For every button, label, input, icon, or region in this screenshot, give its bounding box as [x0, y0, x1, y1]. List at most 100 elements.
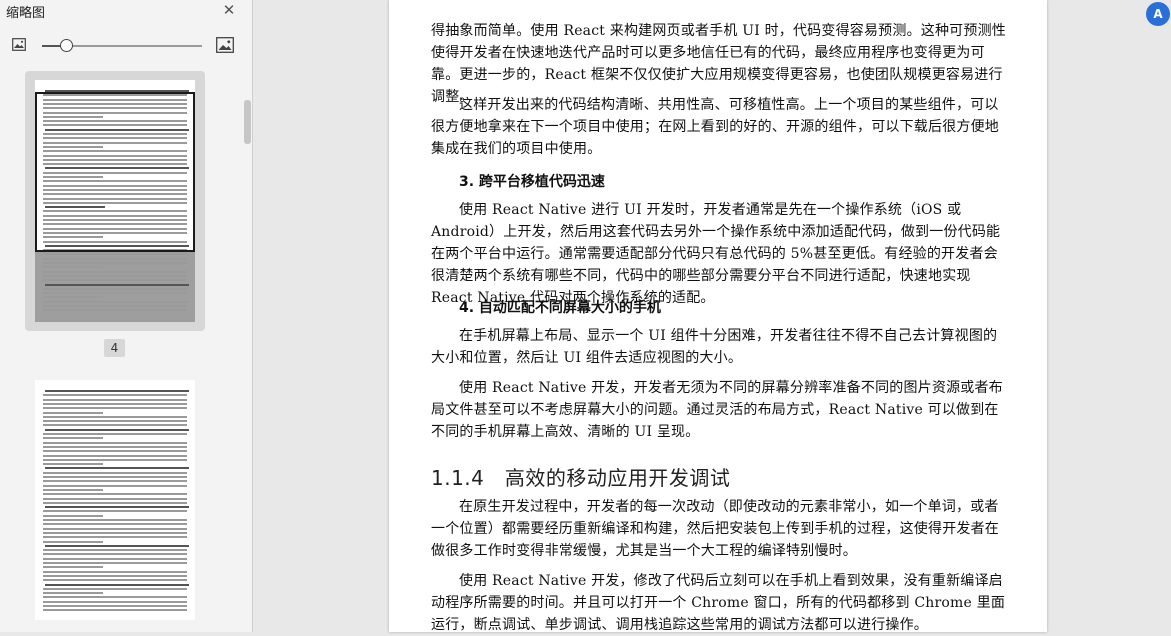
thumbnail-text-line: [43, 484, 187, 487]
thumbnail-text-line: [43, 527, 187, 530]
thumbnail-text-line: [45, 206, 105, 209]
thumbnail-text-line: [43, 253, 187, 256]
thumbnail-text-line: [43, 566, 103, 569]
page-thumbnail-next[interactable]: [35, 380, 195, 620]
document-page: 得抽象而简单。使用 React 来构建网页或者手机 UI 时，代码变得容易预测。…: [389, 0, 1047, 633]
thumbnail-text-line: [43, 497, 187, 500]
thumbnail-text-line: [43, 402, 187, 405]
thumbnail-text-line: [43, 398, 187, 401]
thumbnail-text-line: [43, 540, 103, 543]
thumbnail-text-line: [43, 471, 187, 474]
thumbnail-text-line: [43, 394, 187, 397]
thumbnail-text-line: [45, 583, 189, 586]
small-image-icon[interactable]: [12, 38, 26, 51]
current-page-number: 4: [104, 339, 125, 357]
thumbnail-text-line: [43, 296, 103, 299]
thumbnail-text-line: [43, 463, 103, 466]
thumbnail-text-line: [43, 523, 187, 526]
thumbnail-text-line: [43, 266, 103, 269]
thumbnail-text-line: [43, 150, 187, 153]
thumbnail-text-line: [43, 553, 187, 556]
thumbnail-text-line: [45, 467, 189, 470]
thumbnail-text-line: [43, 587, 187, 590]
thumbnail-text-line: [43, 120, 187, 123]
thumbnail-text-line: [43, 115, 103, 118]
thumbnail-text-line: [43, 257, 187, 260]
thumbnail-text-line: [43, 501, 187, 504]
thumbnail-text-line: [43, 519, 187, 521]
thumbnail-text-line: [43, 510, 187, 513]
thumbnail-text-line: [43, 270, 187, 273]
thumbnail-text-line: [43, 305, 187, 307]
thumbnail-text-line: [43, 570, 187, 573]
thumbnail-text-line: [43, 184, 187, 187]
sidebar-scrollbar[interactable]: [244, 100, 251, 144]
thumbnail-text-line: [45, 428, 189, 431]
thumbnail-text-line: [43, 536, 187, 539]
thumbnail-text-line: [43, 124, 187, 127]
thumbnail-text-line: [43, 227, 187, 230]
thumbnail-text-line: [45, 90, 189, 92]
thumbnail-text-line: [43, 600, 187, 603]
thumbnail-text-line: [43, 437, 103, 440]
paragraph: 使用 React Native 进行 UI 开发时，开发者通常是先在一个操作系统…: [431, 202, 1001, 306]
thumbnail-text-line: [43, 450, 187, 453]
thumbnail-text-line: [43, 223, 187, 226]
thumbnail-text-line: [43, 154, 187, 157]
thumbnail-text-line: [43, 579, 187, 582]
paragraph: 在原生开发过程中，开发者的每一次改动（即使改动的元素非常小，如一个单词，或者一个…: [431, 499, 999, 559]
thumbnail-text-line: [43, 407, 187, 410]
thumbnail-text-line: [43, 111, 187, 114]
thumbnail-text-line: [43, 592, 103, 595]
thumbnail-text-line: [43, 279, 187, 282]
thumbnail-text-line: [43, 480, 187, 483]
thumbnail-text-line: [43, 188, 187, 191]
close-icon[interactable]: ✕: [222, 3, 236, 18]
thumbnail-text-line: [43, 240, 187, 243]
thumbnail-text-line: [43, 605, 187, 607]
thumbnail-text-line: [43, 411, 103, 414]
thumbnail-text-line: [43, 231, 187, 234]
thumbnail-text-line: [43, 171, 187, 174]
thumbnail-text-line: [43, 274, 187, 277]
thumbnail-text-line: [43, 141, 187, 144]
thumbnail-text-line: [43, 292, 187, 295]
thumbnail-text-line: [43, 300, 187, 303]
paragraph: 在手机屏幕上布局、显示一个 UI 组件十分困难，开发者往往不得不自己去计算视图的…: [431, 328, 998, 366]
thumbnail-text-line: [45, 544, 189, 547]
thumbnail-text-line: [43, 214, 187, 217]
thumbnail-text-line: [43, 158, 187, 161]
zoom-slider-thumb[interactable]: [60, 39, 73, 52]
thumbnail-text-line: [43, 574, 187, 577]
thumbnail-text-line: [43, 236, 103, 239]
thumbnail-text-line: [45, 167, 189, 170]
paragraph: 使用 React Native 开发，修改了代码后立刻可以在手机上看到效果，没有…: [431, 573, 1006, 633]
thumbnail-text-line: [45, 128, 189, 131]
thumbnail-text-line: [43, 98, 187, 101]
thumbnail-text-line: [43, 262, 187, 264]
thumbnail-text-line: [43, 441, 187, 444]
paragraph: 这样开发出来的代码结构清晰、共用性高、可移植性高。上一个项目的某些组件，可以很方…: [431, 97, 999, 157]
thumbnail-text-line: [43, 137, 187, 140]
thumbnail-text-line: [43, 133, 187, 135]
app-logo-icon[interactable]: A: [1146, 2, 1170, 26]
thumbnail-text-line: [45, 283, 189, 286]
thumbnail-text-line: [43, 454, 187, 457]
thumbnail-text-line: [43, 94, 187, 97]
thumbnail-text-line: [43, 287, 187, 290]
thumbnail-text-line: [43, 596, 187, 599]
thumbnail-text-line: [43, 531, 187, 534]
page-thumbnail-current[interactable]: [35, 80, 195, 322]
thumbnail-text-line: [43, 493, 187, 496]
thumbnail-text-line: [43, 107, 187, 110]
thumbnail-text-line: [43, 433, 187, 435]
thumbnail-text-line: [43, 210, 187, 213]
subheading: 4. 自动匹配不同屏幕大小的手机: [459, 300, 661, 316]
thumbnail-text-line: [43, 219, 187, 221]
thumbnail-text-line: [43, 176, 103, 178]
large-image-icon[interactable]: [216, 37, 234, 53]
thumbnail-text-line: [43, 424, 187, 427]
thumbnail-text-line: [45, 506, 189, 509]
paragraph: 使用 React Native 开发，开发者无须为不同的屏幕分辨率准备不同的图片…: [431, 380, 1003, 440]
thumbnail-text-line: [43, 309, 187, 312]
